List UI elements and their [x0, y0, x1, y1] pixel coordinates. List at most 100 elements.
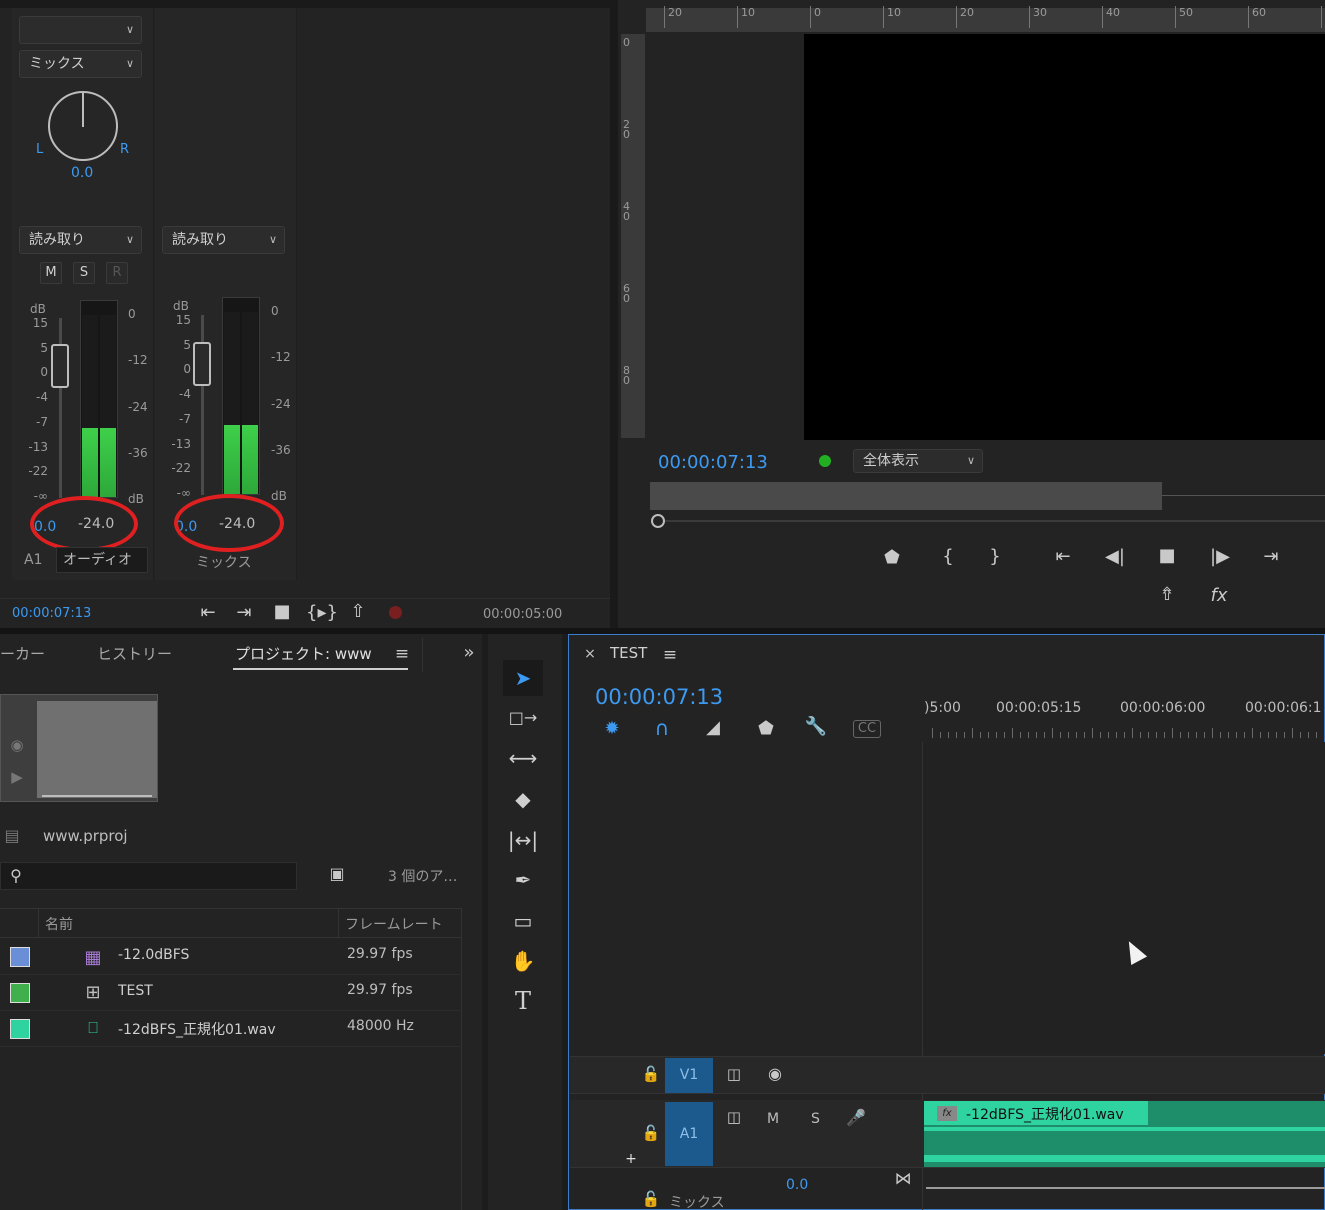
captions-icon[interactable]: CC — [853, 720, 881, 738]
scrub-bar[interactable] — [665, 520, 1325, 522]
label-color-swatch[interactable] — [10, 1019, 30, 1039]
expand-panels-icon[interactable]: » — [458, 642, 480, 663]
ch2-fader-handle[interactable] — [193, 342, 211, 386]
lock-icon[interactable]: 🔓 — [641, 1065, 661, 1083]
ch2-meter-right — [242, 312, 258, 494]
find-icon[interactable]: ▣ — [324, 864, 350, 883]
go-to-in-icon[interactable]: ⇤ — [196, 602, 220, 623]
record-button[interactable]: R — [106, 262, 128, 284]
scale-label: -∞ — [176, 486, 191, 500]
export-frame-icon[interactable]: ⇮ — [1153, 584, 1181, 605]
panel-menu-icon[interactable]: ≡ — [392, 644, 412, 664]
hand-tool-icon[interactable]: ✋ — [503, 943, 543, 979]
a1-mute-button[interactable]: M — [767, 1111, 779, 1127]
slip-tool-icon[interactable]: |↔| — [503, 822, 543, 858]
audio-waveform-low — [924, 1155, 1325, 1162]
pen-tool-icon[interactable]: ✒ — [503, 862, 543, 898]
track-select-tool-icon[interactable]: □→ — [503, 700, 543, 736]
selection-tool-icon[interactable]: ➤ — [503, 660, 543, 696]
zoom-dropdown[interactable]: 全体表示 ∨ — [853, 449, 983, 473]
column-name[interactable]: 名前 — [45, 914, 73, 934]
list-item[interactable]: ⊞ TEST 29.97 fps — [0, 975, 462, 1011]
ruler-tick — [1308, 732, 1309, 738]
mark-out-icon[interactable]: } — [983, 546, 1007, 567]
column-frame-rate[interactable]: フレームレート — [345, 914, 443, 934]
snap-magnet-icon[interactable]: ∩ — [650, 716, 674, 740]
a1-solo-button[interactable]: S — [811, 1111, 820, 1127]
microphone-icon[interactable]: 🎤 — [845, 1108, 867, 1127]
header-divider-1 — [38, 908, 39, 938]
go-to-out-icon[interactable]: ⇥ — [232, 602, 256, 623]
ch2-automation-dropdown[interactable]: 読み取り ∨ — [162, 226, 285, 254]
mix-volume-value[interactable]: 0.0 — [786, 1177, 808, 1193]
fx-icon[interactable]: fx — [1205, 585, 1233, 606]
play-in-to-out-icon[interactable]: {▸} — [306, 602, 338, 623]
mini-timeline-track — [1162, 495, 1325, 496]
stop-play-icon[interactable]: ■ — [1154, 545, 1180, 566]
step-forward-icon[interactable]: |▶ — [1207, 546, 1233, 567]
play-thumbnail-icon[interactable]: ▶ — [6, 768, 28, 786]
mini-timeline[interactable] — [650, 482, 1162, 510]
lock-icon[interactable]: 🔓 — [641, 1124, 661, 1142]
ruler-tick — [1116, 732, 1117, 738]
razor-tool-icon[interactable]: ◆ — [503, 781, 543, 817]
ch1-track-id: A1 — [24, 552, 43, 568]
solo-button[interactable]: S — [73, 262, 95, 284]
scale-label: -4 — [179, 387, 191, 402]
pan-value[interactable]: 0.0 — [71, 165, 93, 181]
sync-lock-icon[interactable]: ◫ — [723, 1108, 745, 1126]
tab-history[interactable]: ヒストリー — [97, 643, 172, 664]
go-to-edit-icon[interactable]: ⋈ — [890, 1169, 916, 1189]
list-item[interactable]: ⎕ -12dBFS_正規化01.wav 48000 Hz — [0, 1011, 462, 1047]
ruler-label-3: 00:00:06:1 — [1245, 700, 1322, 716]
input-dropdown[interactable]: ∨ — [19, 16, 142, 44]
stop-icon[interactable]: ■ — [270, 601, 294, 622]
type-tool-icon[interactable]: T — [503, 983, 543, 1019]
linked-selection-icon[interactable]: ◢ — [701, 717, 725, 738]
export-icon[interactable]: ⇧ — [344, 601, 372, 622]
rectangle-tool-icon[interactable]: ▭ — [503, 903, 543, 939]
mixer-timecode[interactable]: 00:00:07:13 — [12, 606, 91, 621]
v1-target[interactable]: V1 — [665, 1058, 713, 1093]
snap-nest-icon[interactable]: ✹ — [600, 718, 624, 739]
ruler-left-label: 4 0 — [623, 200, 630, 223]
ch1-fader-handle[interactable] — [51, 344, 69, 388]
ruler-tick — [1172, 728, 1173, 738]
search-input[interactable] — [28, 864, 293, 888]
eye-icon[interactable]: ◉ — [764, 1064, 786, 1083]
go-to-out-point-icon[interactable]: ⇥ — [1258, 546, 1284, 567]
add-marker-tl-icon[interactable]: ⬟ — [755, 718, 777, 739]
list-item[interactable]: ▦ -12.0dBFS 29.97 fps — [0, 939, 462, 975]
sync-lock-icon[interactable]: ◫ — [723, 1065, 745, 1083]
a1-target[interactable]: A1 — [665, 1102, 713, 1166]
chevron-down-icon: ∨ — [268, 233, 277, 246]
tab-markers[interactable]: ーカー — [0, 643, 45, 664]
mute-button[interactable]: M — [40, 262, 62, 284]
mark-in-icon[interactable]: { — [936, 546, 960, 567]
timeline-menu-icon[interactable]: ≡ — [660, 645, 680, 665]
add-marker-icon[interactable]: ⬟ — [880, 547, 904, 568]
program-video-frame[interactable] — [804, 34, 1325, 440]
wrench-icon[interactable]: 🔧 — [804, 716, 828, 737]
record-dot-icon[interactable] — [389, 606, 402, 619]
playhead-handle[interactable] — [651, 514, 665, 528]
ripple-edit-tool-icon[interactable]: ⟷ — [503, 740, 543, 776]
step-back-icon[interactable]: ◀| — [1102, 546, 1128, 567]
search-icon: ⚲ — [10, 866, 22, 885]
ch1-track-name[interactable]: オーディオ — [56, 547, 148, 573]
output-dropdown[interactable]: ミックス ∨ — [19, 50, 142, 78]
timeline-timecode[interactable]: 00:00:07:13 — [595, 685, 723, 709]
label-color-swatch[interactable] — [10, 983, 30, 1003]
label-color-swatch[interactable] — [10, 947, 30, 967]
scale-label: -36 — [128, 445, 148, 460]
timeline-tab-title[interactable]: TEST — [610, 644, 647, 662]
tab-project[interactable]: プロジェクト: www — [235, 643, 372, 664]
program-timecode[interactable]: 00:00:07:13 — [658, 452, 768, 473]
close-tab-icon[interactable]: × — [580, 646, 600, 662]
tracks-area[interactable] — [923, 742, 1325, 1054]
ch1-automation-dropdown[interactable]: 読み取り ∨ — [19, 226, 142, 254]
add-track-icon[interactable]: + — [623, 1151, 639, 1167]
lock-icon[interactable]: 🔓 — [641, 1190, 661, 1208]
go-to-in-point-icon[interactable]: ⇤ — [1050, 546, 1076, 567]
ruler-tick — [1012, 728, 1013, 738]
